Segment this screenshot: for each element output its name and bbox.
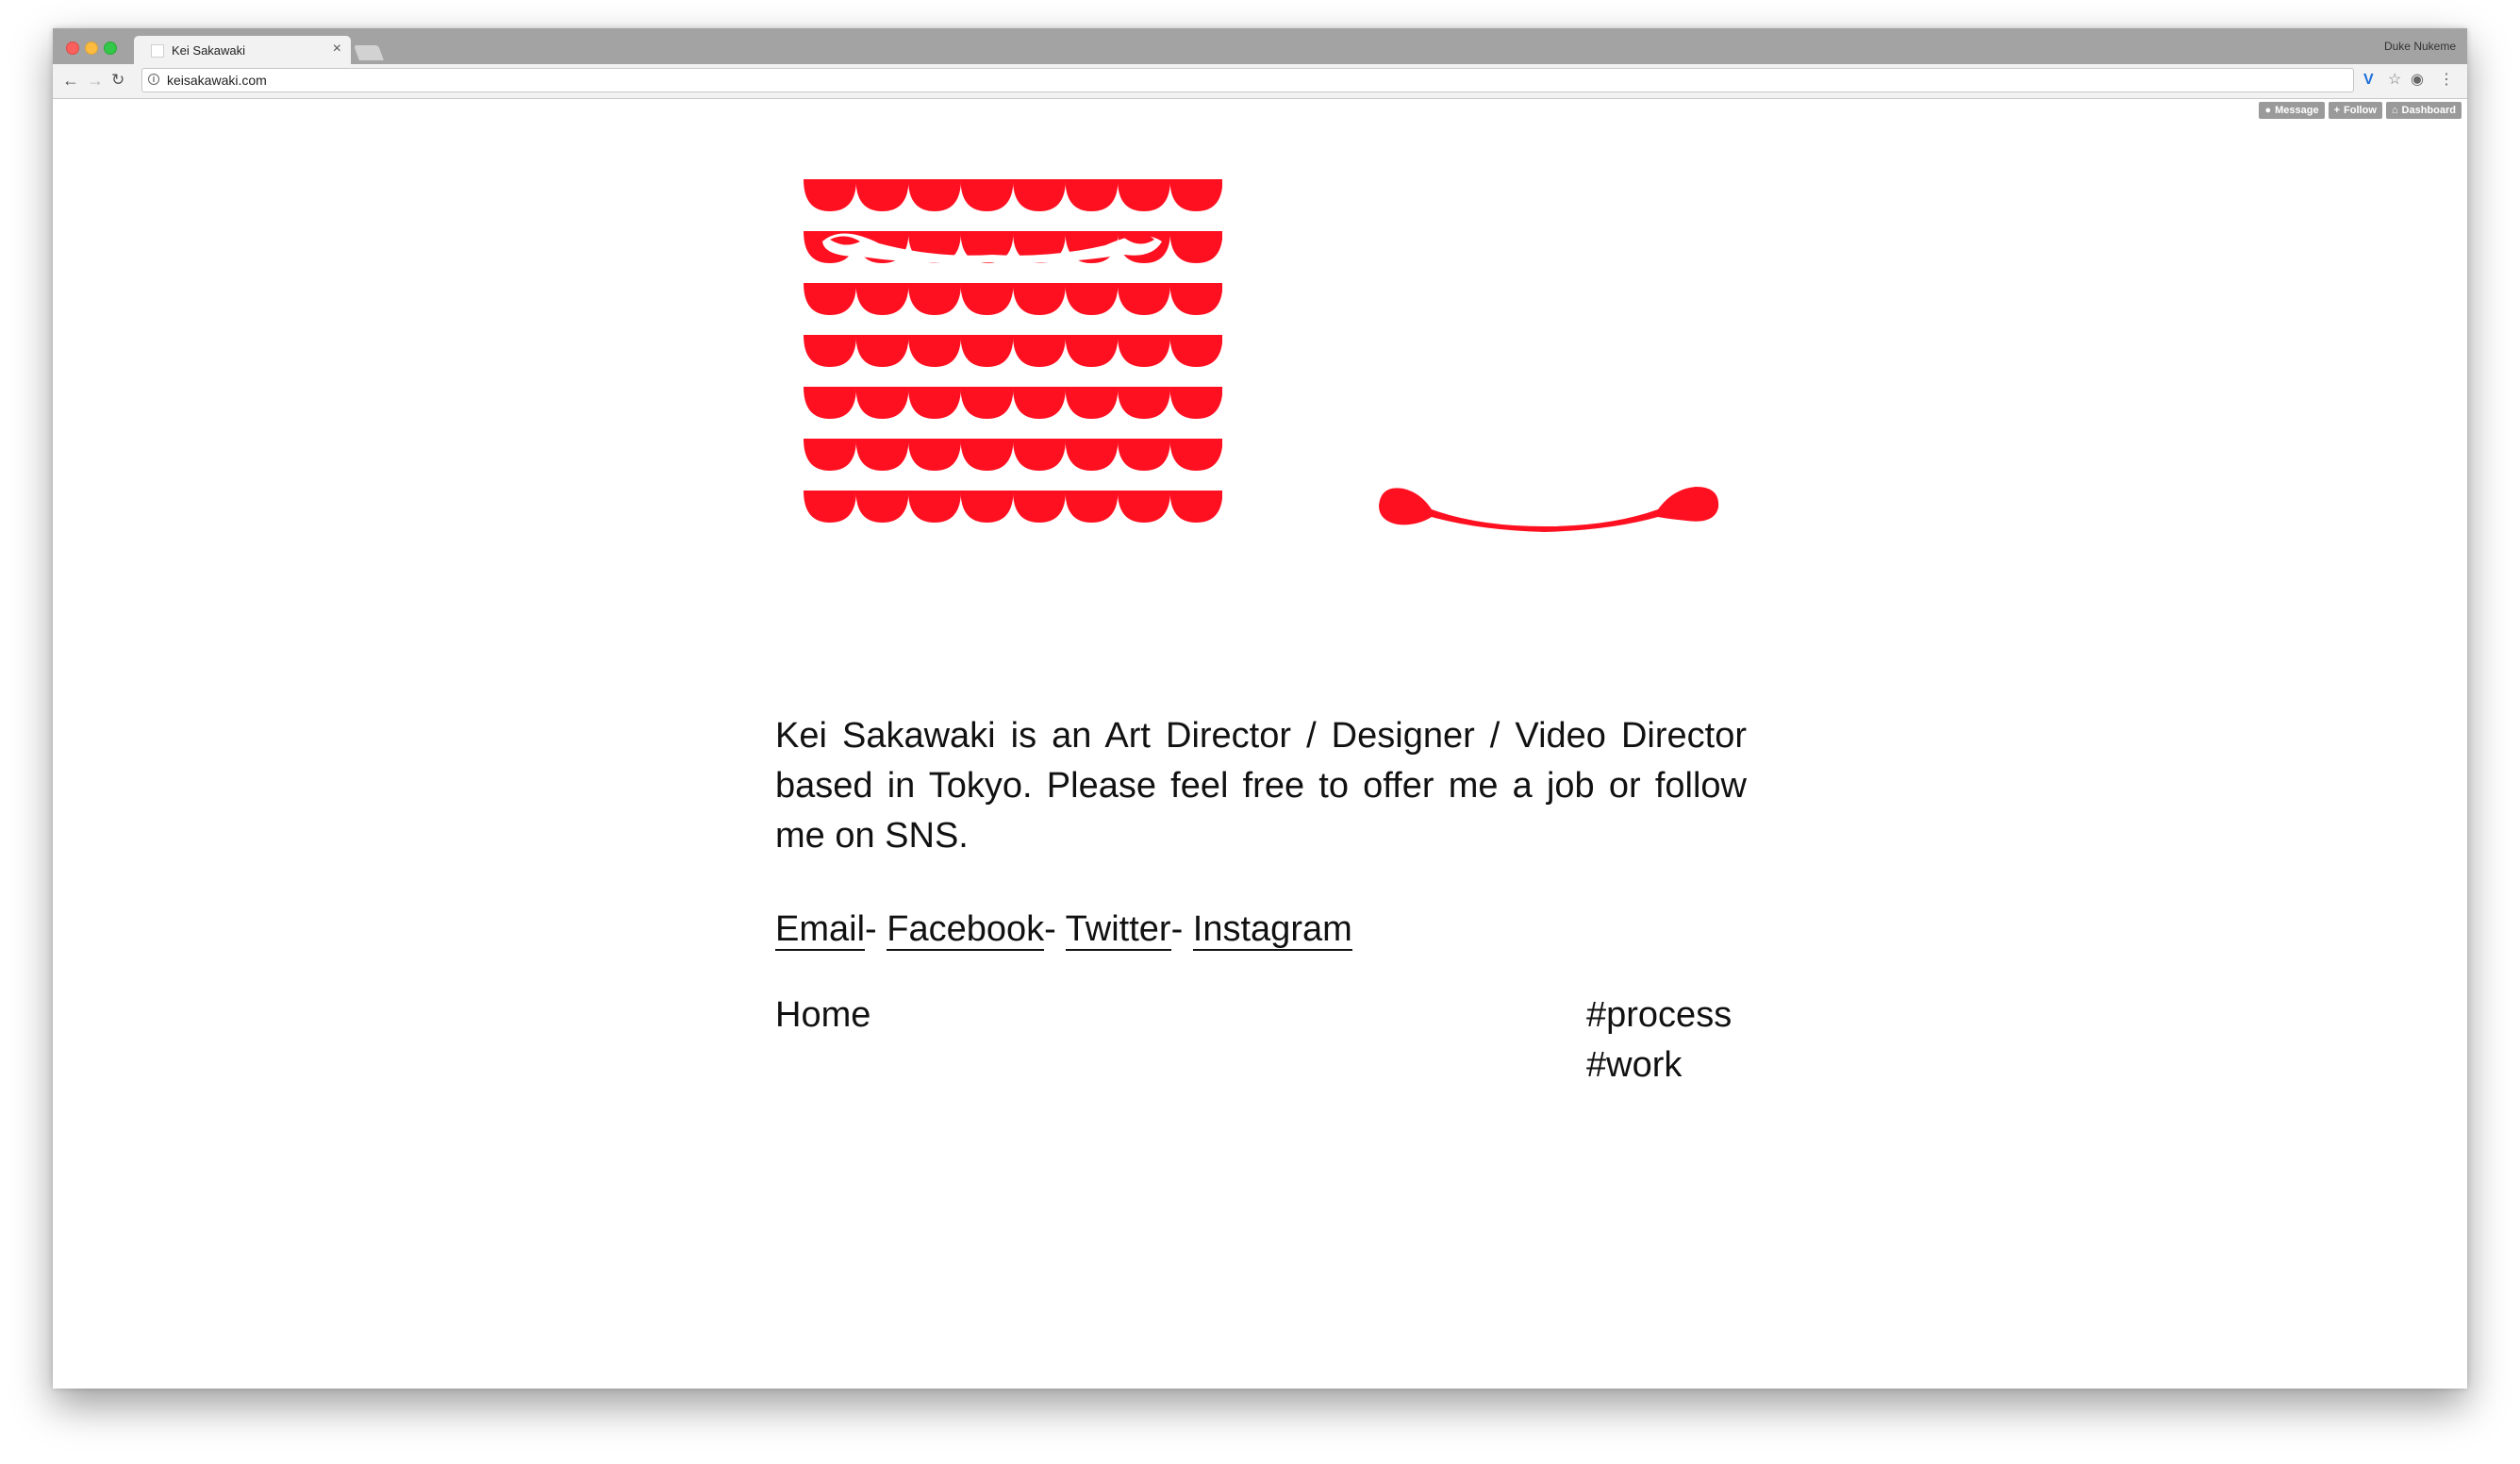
scallop-shape: [1169, 439, 1222, 471]
follow-button[interactable]: + Follow: [2328, 102, 2382, 119]
scallop-rows: [804, 179, 1222, 523]
scallop-shape: [804, 179, 856, 211]
scallop-shape: [960, 179, 1014, 211]
scallop-shape: [1169, 283, 1222, 315]
browser-toolbar: ← → ↻ i keisakawaki.com V ☆ ◉ ⋮: [53, 64, 2467, 99]
follow-label: Follow: [2344, 105, 2377, 116]
red-scallop-artwork: [804, 179, 1222, 523]
tag-process-link[interactable]: #process: [1586, 990, 1732, 1040]
info-icon[interactable]: i: [148, 74, 159, 85]
scallop-shape: [960, 387, 1014, 419]
link-separator: -: [865, 909, 887, 949]
title-bar: Kei Sakawaki × Duke Nukeme: [53, 28, 2467, 64]
scallop-shape: [1013, 335, 1066, 367]
scallop-shape: [855, 439, 909, 471]
tumblr-controls: ● Message + Follow ⌂ Dashboard: [2259, 102, 2462, 119]
close-window-button[interactable]: [66, 42, 79, 55]
scallop-shape: [1169, 387, 1222, 419]
maximize-window-button[interactable]: [104, 42, 117, 55]
scallop-shape: [804, 387, 856, 419]
scallop-shape: [804, 491, 856, 523]
scallop-shape: [1065, 283, 1119, 315]
scallop-shape: [908, 439, 961, 471]
scallop-shape: [855, 283, 909, 315]
scallop-shape: [804, 335, 856, 367]
message-button[interactable]: ● Message: [2259, 102, 2325, 119]
email-link[interactable]: Email: [775, 909, 866, 951]
facebook-link[interactable]: Facebook: [887, 909, 1045, 951]
scallop-shape: [960, 283, 1014, 315]
scallop-shape: [1065, 439, 1119, 471]
scallop-shape: [855, 335, 909, 367]
scallop-shape: [1118, 283, 1170, 315]
bio-text: Kei Sakawaki is an Art Director / Design…: [775, 716, 1747, 856]
scallop-shape: [1013, 179, 1066, 211]
tab-title: Kei Sakawaki: [172, 43, 246, 58]
scallop-shape: [960, 335, 1014, 367]
scallop-shape: [1169, 491, 1222, 523]
scallop-shape: [908, 179, 961, 211]
scallop-shape: [908, 283, 961, 315]
scallop-shape: [908, 387, 961, 419]
scallop-shape: [804, 283, 856, 315]
tag-work-link[interactable]: #work: [1586, 1040, 1732, 1090]
extension-v-icon[interactable]: V: [2363, 70, 2374, 91]
scallop-shape: [1118, 387, 1170, 419]
scallop-shape: [1118, 335, 1170, 367]
new-tab-button[interactable]: [354, 45, 384, 60]
scallop-shape: [960, 439, 1014, 471]
browser-tab[interactable]: Kei Sakawaki ×: [134, 36, 351, 64]
message-icon: ●: [2264, 105, 2272, 116]
browser-window: Kei Sakawaki × Duke Nukeme ← → ↻ i keisa…: [53, 28, 2467, 1389]
bookmark-star-icon[interactable]: ☆: [2388, 70, 2401, 91]
scallop-shape: [1065, 387, 1119, 419]
dashboard-button[interactable]: ⌂ Dashboard: [2385, 102, 2462, 119]
tab-close-icon[interactable]: ×: [333, 41, 341, 58]
menu-dots-icon[interactable]: ⋮: [2439, 70, 2454, 91]
scallop-shape: [855, 179, 909, 211]
back-arrow-icon[interactable]: ←: [62, 70, 79, 91]
social-links: Email- Facebook- Twitter- Instagram: [775, 904, 1352, 955]
scallop-shape: [804, 439, 856, 471]
scallop-shape: [1013, 283, 1066, 315]
forward-arrow-icon[interactable]: →: [87, 70, 104, 91]
home-icon: ⌂: [2391, 105, 2398, 116]
scallop-shape: [855, 491, 909, 523]
favicon-icon: [151, 44, 164, 58]
link-separator: -: [1170, 909, 1193, 949]
url-text[interactable]: keisakawaki.com: [167, 73, 267, 88]
plus-icon: +: [2333, 105, 2341, 116]
scallop-shape: [1065, 179, 1119, 211]
dashboard-label: Dashboard: [2401, 105, 2456, 116]
red-lips-artwork: [1379, 487, 1719, 532]
scallop-shape: [960, 491, 1014, 523]
minimize-window-button[interactable]: [85, 42, 98, 55]
scallop-shape: [1013, 439, 1066, 471]
message-label: Message: [2275, 105, 2319, 116]
scallop-shape: [908, 491, 961, 523]
scallop-shape: [1065, 335, 1119, 367]
scallop-shape: [1013, 387, 1066, 419]
link-separator: -: [1044, 909, 1066, 949]
scallop-shape: [1118, 491, 1170, 523]
home-link[interactable]: Home: [775, 990, 870, 1040]
scallop-shape: [1065, 491, 1119, 523]
tag-list: #process #work: [1586, 990, 1732, 1090]
scallop-shape: [1118, 179, 1170, 211]
scallop-shape: [855, 387, 909, 419]
twitter-link[interactable]: Twitter: [1065, 909, 1171, 951]
scallop-shape: [1169, 335, 1222, 367]
scallop-shape: [1118, 439, 1170, 471]
scallop-shape: [1169, 179, 1222, 211]
instagram-link[interactable]: Instagram: [1192, 909, 1352, 951]
scallop-shape: [1169, 231, 1222, 263]
scallop-shape: [1013, 491, 1066, 523]
scallop-shape: [908, 335, 961, 367]
extension-shield-icon[interactable]: ◉: [2411, 70, 2424, 91]
address-bar[interactable]: i keisakawaki.com: [141, 68, 2354, 92]
profile-name[interactable]: Duke Nukeme: [2384, 40, 2456, 53]
reload-icon[interactable]: ↻: [111, 70, 124, 91]
